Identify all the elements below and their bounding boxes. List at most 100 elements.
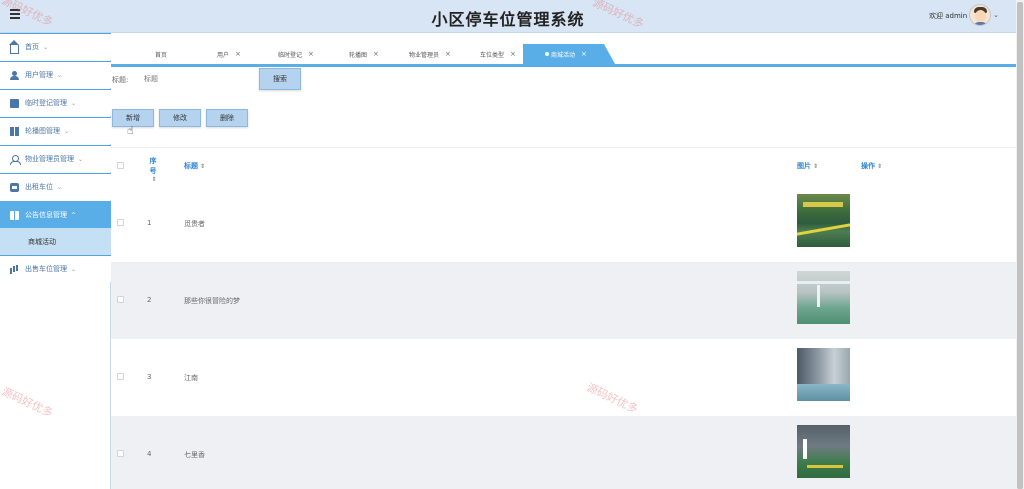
row-checkbox[interactable]	[117, 296, 124, 303]
row-title: 江南	[184, 374, 198, 382]
close-icon[interactable]: ×	[235, 50, 241, 58]
select-all-checkbox[interactable]	[117, 162, 124, 169]
sidebar-item-label: 公告信息管理	[25, 211, 67, 219]
sidebar-item-home[interactable]: 首页 ⌄	[0, 33, 111, 60]
app-title: 小区停车位管理系统	[431, 10, 585, 29]
chevron-down-icon: ⌄	[57, 71, 63, 79]
sidebar-subitem-mall-activity[interactable]: 商城活动	[0, 228, 111, 255]
vertical-scrollbar[interactable]	[1016, 0, 1024, 489]
table-row[interactable]: 4 七里香	[111, 416, 1016, 489]
row-index: 1	[147, 219, 152, 227]
tab-label: 临时登记	[278, 51, 303, 59]
row-image[interactable]	[797, 425, 850, 478]
row-index: 4	[147, 450, 152, 458]
tab-bar: 首页 用户 × 临时登记 × 轮播图 × 物业管理员 × 车位类型 × 商城活动…	[111, 44, 1016, 67]
column-header-action[interactable]: 操作 ⇕	[861, 161, 882, 171]
row-index: 2	[147, 296, 152, 304]
sidebar-item-rental-spaces[interactable]: 出租车位 ⌄	[0, 173, 111, 200]
column-header-index[interactable]: 序号 ⇕	[147, 156, 159, 183]
avatar[interactable]	[969, 4, 991, 26]
row-title: 七里香	[184, 451, 205, 459]
calendar-icon	[10, 98, 19, 108]
chevron-down-icon: ⌄	[71, 265, 77, 273]
sort-icon[interactable]: ⇕	[149, 176, 159, 183]
row-index: 3	[147, 373, 152, 381]
sidebar-item-property-admin[interactable]: 物业管理员管理 ⌄	[0, 145, 111, 172]
column-header-title[interactable]: 标题 ⇕	[184, 161, 205, 171]
row-image[interactable]	[797, 348, 850, 401]
home-icon	[9, 39, 19, 54]
tab-home[interactable]: 首页	[155, 44, 167, 64]
tab-label: 轮播图	[349, 51, 368, 59]
tab-label: 物业管理员	[409, 51, 440, 59]
tab-label: 商城活动	[551, 51, 576, 59]
chevron-down-icon: ⌄	[71, 99, 77, 107]
tab-space-type[interactable]: 车位类型 ×	[480, 44, 516, 64]
data-table: 序号 ⇕ 标题 ⇕ 图片 ⇕ 操作 ⇕ 1 觅贵者 2 那些你很冒险的梦 3 江南 4…	[111, 147, 1016, 489]
scrollbar-thumb[interactable]	[1017, 2, 1023, 489]
sort-icon[interactable]: ⇕	[877, 163, 882, 170]
tab-users[interactable]: 用户 ×	[217, 44, 241, 64]
tab-temp-registration[interactable]: 临时登记 ×	[278, 44, 314, 64]
search-button[interactable]: 搜索	[259, 68, 301, 90]
close-icon[interactable]: ×	[581, 50, 587, 58]
sidebar-item-label: 出售车位管理	[25, 265, 67, 273]
book-icon	[10, 126, 19, 136]
sidebar-item-label: 用户管理	[25, 71, 53, 79]
search-label: 标题:	[112, 76, 129, 84]
table-row[interactable]: 1 觅贵者	[111, 185, 1016, 262]
table-row[interactable]: 2 那些你很冒险的梦	[111, 262, 1016, 339]
active-dot-icon	[545, 52, 549, 56]
column-label: 序号	[149, 157, 157, 175]
column-label: 操作	[861, 162, 875, 170]
sidebar-item-label: 出租车位	[25, 183, 53, 191]
tab-mall-activity[interactable]: 商城活动 ×	[523, 44, 615, 64]
row-image[interactable]	[797, 271, 850, 324]
user-icon	[10, 70, 19, 80]
sidebar-item-temp-registration[interactable]: 临时登记管理 ⌄	[0, 89, 111, 116]
sidebar-item-users[interactable]: 用户管理 ⌄	[0, 61, 111, 88]
tab-property-admin[interactable]: 物业管理员 ×	[409, 44, 451, 64]
column-header-image[interactable]: 图片 ⇕	[797, 161, 818, 171]
sidebar-item-sale-spaces[interactable]: 出售车位管理 ⌄	[0, 255, 111, 282]
top-header: 小区停车位管理系统 欢迎 admin ⌄	[0, 0, 1016, 33]
tab-label: 首页	[155, 51, 168, 59]
row-title: 觅贵者	[184, 220, 205, 228]
welcome-text: 欢迎 admin	[929, 12, 968, 20]
table-header: 序号 ⇕ 标题 ⇕ 图片 ⇕ 操作 ⇕	[111, 147, 1016, 185]
sidebar-item-label: 临时登记管理	[25, 99, 67, 107]
hand-cursor-icon: ☝	[127, 124, 134, 137]
tab-carousel[interactable]: 轮播图 ×	[349, 44, 379, 64]
tab-label: 用户	[217, 51, 230, 59]
sidebar-item-label: 物业管理员管理	[25, 155, 74, 163]
row-image[interactable]	[797, 194, 850, 247]
sidebar-item-label: 轮播图管理	[25, 127, 60, 135]
chevron-down-icon: ⌄	[57, 183, 63, 191]
sidebar: 首页 ⌄ 用户管理 ⌄ 临时登记管理 ⌄ 轮播图管理 ⌄ 物业管理员管理 ⌄ 出…	[0, 33, 111, 489]
person-icon	[10, 154, 21, 165]
column-label: 标题	[184, 162, 198, 170]
row-checkbox[interactable]	[117, 450, 124, 457]
tab-label: 车位类型	[480, 51, 505, 59]
chevron-up-icon: ^	[71, 211, 77, 219]
chevron-down-icon: ⌄	[43, 43, 49, 51]
column-label: 图片	[797, 162, 811, 170]
close-icon[interactable]: ×	[373, 50, 379, 58]
table-row[interactable]: 3 江南	[111, 339, 1016, 416]
search-input[interactable]	[140, 70, 256, 87]
close-icon[interactable]: ×	[445, 50, 451, 58]
chevron-down-icon: ⌄	[78, 155, 84, 163]
sidebar-item-announcements[interactable]: 公告信息管理 ^	[0, 201, 111, 228]
row-title: 那些你很冒险的梦	[184, 297, 240, 305]
row-checkbox[interactable]	[117, 373, 124, 380]
delete-button[interactable]: 删除	[206, 109, 248, 127]
car-icon	[10, 182, 19, 192]
edit-button[interactable]: 修改	[159, 109, 201, 127]
close-icon[interactable]: ×	[510, 50, 516, 58]
sort-icon[interactable]: ⇕	[200, 163, 205, 170]
sort-icon[interactable]: ⇕	[813, 163, 818, 170]
chevron-down-icon[interactable]: ⌄	[993, 11, 999, 19]
close-icon[interactable]: ×	[308, 50, 314, 58]
sidebar-item-carousel[interactable]: 轮播图管理 ⌄	[0, 117, 111, 144]
row-checkbox[interactable]	[117, 219, 124, 226]
